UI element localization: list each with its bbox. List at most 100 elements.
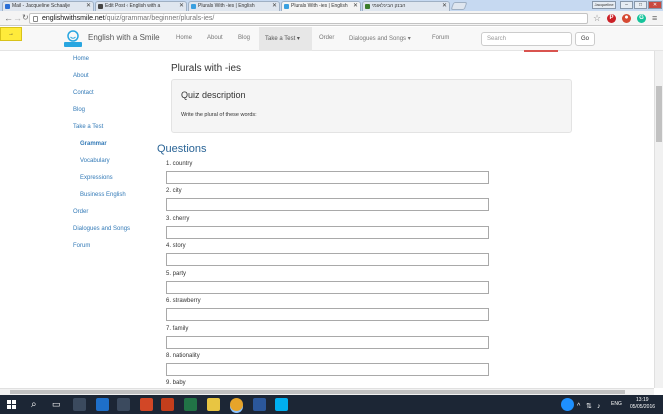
pinterest-icon[interactable]: P <box>607 14 616 23</box>
answer-input[interactable] <box>166 363 489 376</box>
tray-chevron-icon[interactable]: ^ <box>577 400 580 413</box>
clock-time[interactable]: 13:19 <box>636 397 649 403</box>
questions-heading: Questions <box>157 143 207 155</box>
sidebar-item-grammar[interactable]: Grammar <box>80 141 107 147</box>
forward-icon[interactable]: → <box>13 13 22 23</box>
quiz-description-panel: Quiz description Write the plural of the… <box>171 79 572 133</box>
language-indicator[interactable]: ENG <box>611 401 622 407</box>
nav-order[interactable]: Order <box>319 35 334 41</box>
tab-title: Plurals With -ies | English <box>291 3 348 9</box>
address-bar[interactable]: englishwithsmile.net/quiz/grammar/beginn… <box>29 13 588 24</box>
folder-icon[interactable] <box>207 398 220 411</box>
browser-tab-active[interactable]: Plurals With -ies | English ✕ <box>281 1 361 11</box>
accent-strip <box>524 50 558 52</box>
browser-tab-strip: Mail - Jacqueline Schaalje ✕ Edit Post ‹… <box>0 0 663 11</box>
answer-input[interactable] <box>166 253 489 266</box>
browser-tab[interactable]: Mail - Jacqueline Schaalje ✕ <box>2 1 94 11</box>
quiz-instructions: Write the plural of these words: <box>181 112 257 118</box>
grammarly-icon[interactable]: G <box>637 14 646 23</box>
nav-blog[interactable]: Blog <box>238 35 250 41</box>
sidebar-item-take-a-test[interactable]: Take a Test <box>73 124 103 130</box>
sidebar-item-home[interactable]: Home <box>73 56 89 62</box>
english-smile-logo[interactable] <box>63 29 83 49</box>
search-icon[interactable]: ⌕ <box>31 398 37 411</box>
quiz-description-heading: Quiz description <box>181 90 246 100</box>
sidebar-item-vocabulary[interactable]: Vocabulary <box>80 158 110 164</box>
question-label: 7. family <box>166 326 189 332</box>
bookmark-tab[interactable]: → <box>0 27 22 41</box>
answer-input[interactable] <box>166 171 489 184</box>
browser-tab[interactable]: Edit Post ‹ English with a ✕ <box>95 1 187 11</box>
task-view-icon[interactable]: ▭ <box>52 398 61 411</box>
site-brand[interactable]: English with a Smile <box>88 33 160 42</box>
close-tab-icon[interactable]: ✕ <box>272 2 277 11</box>
close-tab-icon[interactable]: ✕ <box>353 2 358 11</box>
tab-title: Edit Post ‹ English with a <box>105 3 161 9</box>
volume-icon[interactable]: ♪ <box>597 400 601 413</box>
network-icon[interactable]: ⇅ <box>586 400 592 413</box>
clock-date[interactable]: 05/05/2016 <box>630 404 655 410</box>
sidebar-item-about[interactable]: About <box>73 73 89 79</box>
search-input[interactable]: Search <box>481 32 572 46</box>
sidebar-item-dialogues-and-songs[interactable]: Dialogues and Songs <box>73 226 130 232</box>
extension-icon[interactable]: ⏺ <box>622 14 631 23</box>
answer-input[interactable] <box>166 281 489 294</box>
question-label: 8. nationality <box>166 353 200 359</box>
profile-button[interactable]: Jacqueline <box>592 1 616 9</box>
close-tab-icon[interactable]: ✕ <box>442 2 447 11</box>
file-explorer-icon[interactable] <box>73 398 86 411</box>
chrome-icon[interactable] <box>230 398 243 411</box>
nav-take-a-test[interactable]: Take a Test ▾ <box>259 27 312 51</box>
close-tab-icon[interactable]: ✕ <box>179 2 184 11</box>
answer-input[interactable] <box>166 226 489 239</box>
menu-icon[interactable]: ≡ <box>652 13 657 23</box>
vertical-scrollbar[interactable] <box>654 51 663 388</box>
help-icon[interactable] <box>561 398 574 411</box>
store-icon[interactable] <box>117 398 130 411</box>
sidebar-item-order[interactable]: Order <box>73 209 88 215</box>
go-button[interactable]: Go <box>575 32 595 46</box>
nav-home[interactable]: Home <box>176 35 192 41</box>
excel-icon[interactable] <box>184 398 197 411</box>
answer-input[interactable] <box>166 198 489 211</box>
word-icon[interactable] <box>253 398 266 411</box>
maximize-button[interactable]: □ <box>634 1 647 9</box>
tab-title: הבנק הבינלאומי <box>372 3 406 9</box>
close-tab-icon[interactable]: ✕ <box>86 2 91 11</box>
nav-about[interactable]: About <box>207 35 223 41</box>
sidebar-item-contact[interactable]: Contact <box>73 90 94 96</box>
powerpoint-icon[interactable] <box>161 398 174 411</box>
new-tab-button[interactable] <box>450 2 468 10</box>
site-favicon-icon <box>191 4 196 9</box>
app-icon[interactable] <box>140 398 153 411</box>
question-label: 3. cherry <box>166 216 190 222</box>
url-host: englishwithsmile.net <box>42 15 105 22</box>
horizontal-scrollbar[interactable] <box>0 388 654 395</box>
back-icon[interactable]: ← <box>4 13 13 23</box>
vertical-scroll-thumb[interactable] <box>656 86 662 142</box>
question-label: 9. baby <box>166 380 186 386</box>
question-label: 4. story <box>166 243 186 249</box>
edge-icon[interactable] <box>96 398 109 411</box>
sidebar-item-forum[interactable]: Forum <box>73 243 90 249</box>
question-label: 1. country <box>166 161 193 167</box>
horizontal-scroll-thumb[interactable] <box>10 390 625 394</box>
sidebar-item-blog[interactable]: Blog <box>73 107 85 113</box>
answer-input[interactable] <box>166 336 489 349</box>
close-window-button[interactable]: ✕ <box>648 1 662 9</box>
skype-icon[interactable] <box>275 398 288 411</box>
site-navbar: → English with a Smile Home About Blog T… <box>0 27 663 52</box>
nav-dialogues-and-songs[interactable]: Dialogues and Songs ▾ <box>349 35 411 42</box>
sidebar-item-expressions[interactable]: Expressions <box>80 175 113 181</box>
site-favicon-icon <box>284 4 289 9</box>
browser-tab[interactable]: הבנק הבינלאומי ✕ <box>362 1 450 11</box>
minimize-button[interactable]: – <box>620 1 633 9</box>
reload-icon[interactable]: ↻ <box>22 13 29 23</box>
tab-title: Mail - Jacqueline Schaalje <box>12 3 71 9</box>
answer-input[interactable] <box>166 308 489 321</box>
sidebar-item-business-english[interactable]: Business English <box>80 192 126 198</box>
nav-forum[interactable]: Forum <box>432 35 449 41</box>
browser-tab[interactable]: Plurals With -ies | English ✕ <box>188 1 280 11</box>
windows-start-icon[interactable] <box>7 400 16 409</box>
bookmark-star-icon[interactable]: ☆ <box>593 13 601 23</box>
